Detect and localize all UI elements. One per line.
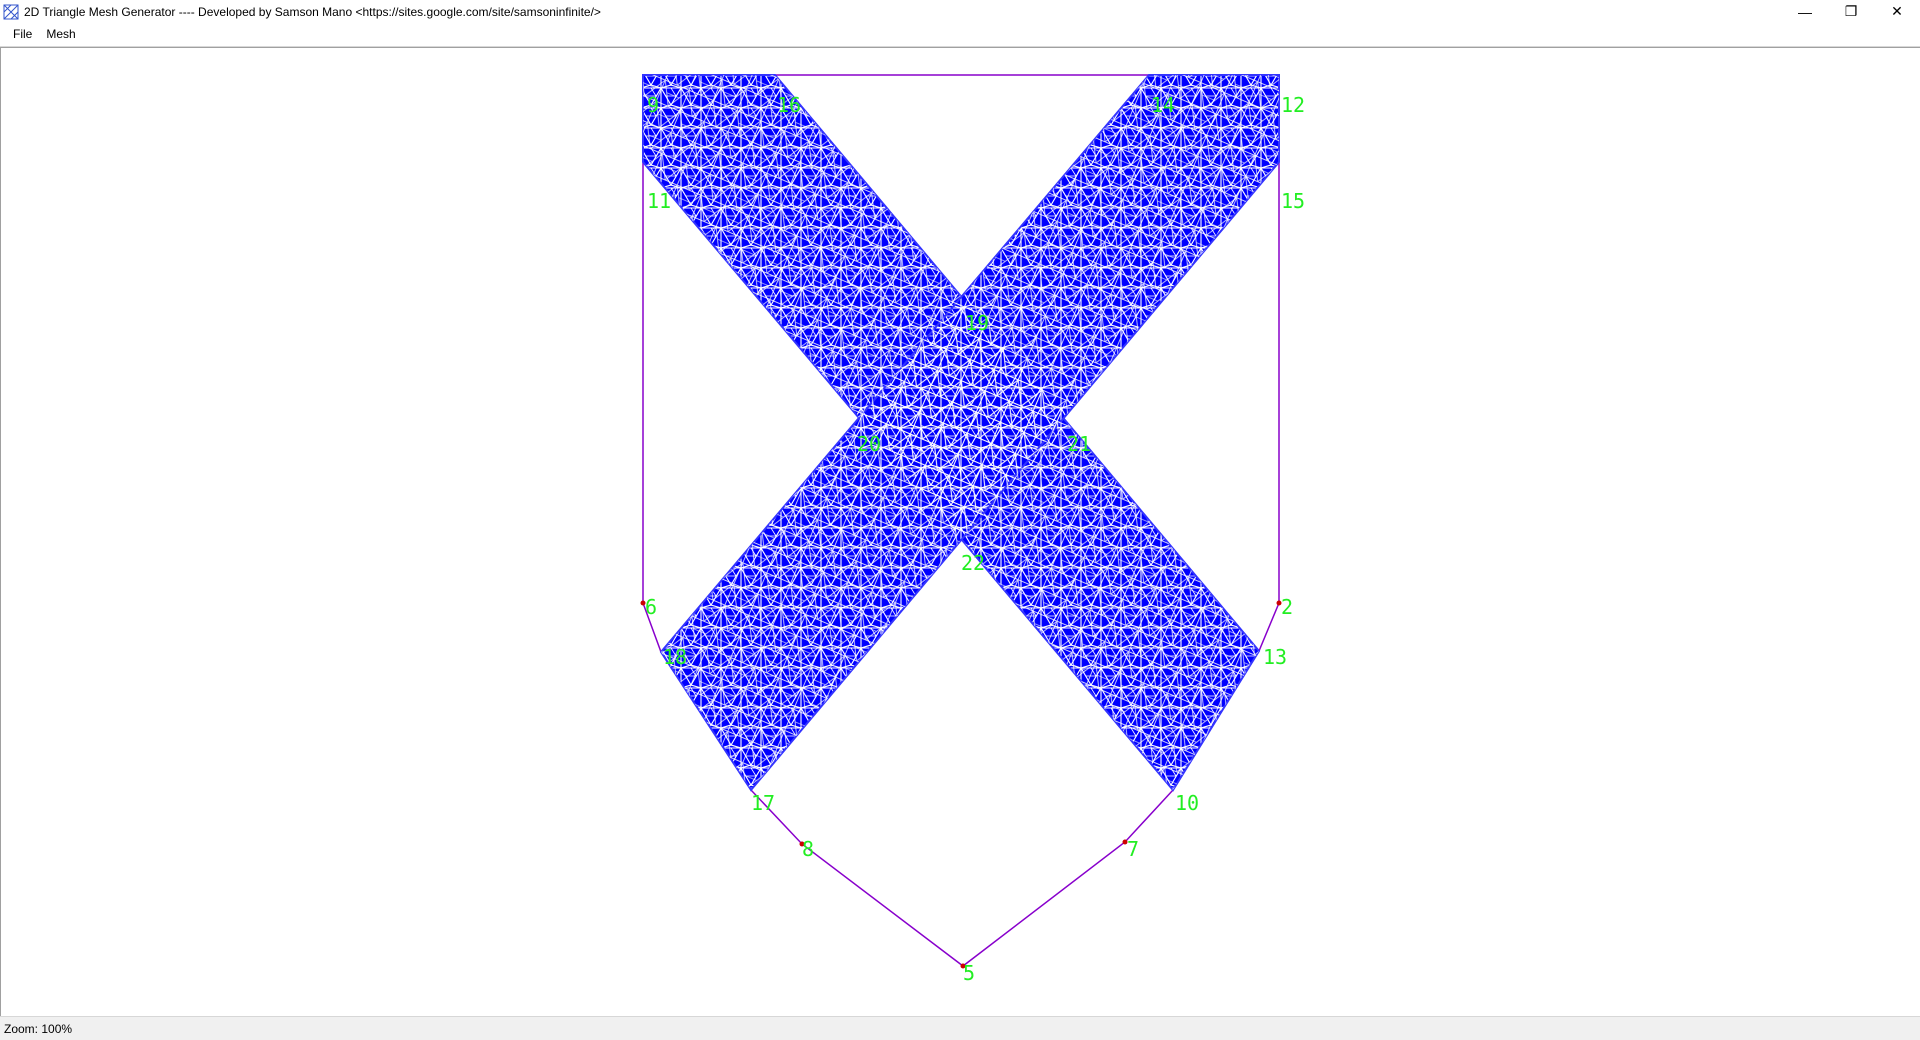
boundary-bottom (750, 789, 1174, 967)
node-label-17: 17 (751, 791, 775, 815)
title-bar: 2D Triangle Mesh Generator ---- Develope… (0, 0, 1920, 23)
node-label-16: 16 (777, 93, 801, 117)
node-label-2: 2 (1281, 595, 1293, 619)
node-label-13: 13 (1263, 645, 1287, 669)
mesh-region (642, 74, 1280, 792)
node-label-21: 21 (1067, 432, 1091, 456)
window-title: 2D Triangle Mesh Generator ---- Develope… (24, 4, 601, 19)
node-label-22: 22 (961, 551, 985, 575)
node-label-14: 14 (1151, 93, 1175, 117)
menu-bar: File Mesh (0, 23, 1920, 47)
node-label-15: 15 (1281, 189, 1305, 213)
node-label-18: 18 (663, 645, 687, 669)
node-label-19: 19 (965, 311, 989, 335)
menu-file[interactable]: File (6, 23, 39, 46)
zoom-status: Zoom: 100% (4, 1021, 73, 1036)
node-label-11: 11 (647, 189, 671, 213)
window-controls: — ❐ ✕ (1782, 0, 1920, 23)
node-label-12: 12 (1281, 93, 1305, 117)
node-label-7: 7 (1127, 837, 1139, 861)
node-label-8: 8 (802, 837, 814, 861)
menu-mesh[interactable]: Mesh (39, 23, 82, 46)
close-button[interactable]: ✕ (1874, 0, 1920, 23)
node-label-6: 6 (645, 595, 657, 619)
app-icon (3, 4, 19, 19)
node-label-9: 9 (647, 93, 659, 117)
minimize-button[interactable]: — (1782, 0, 1828, 23)
node-label-20: 20 (857, 432, 881, 456)
restore-button[interactable]: ❐ (1828, 0, 1874, 23)
node-label-5: 5 (963, 961, 975, 985)
node-label-10: 10 (1175, 791, 1199, 815)
mesh-view[interactable]: 6 17 5 8 7 10 2 13 15 12 16 11 14 18 20 … (1, 48, 1919, 1015)
drawing-canvas[interactable]: 6 17 5 8 7 10 2 13 15 12 16 11 14 18 20 … (0, 47, 1920, 1016)
status-bar: Zoom: 100% (0, 1016, 1920, 1040)
